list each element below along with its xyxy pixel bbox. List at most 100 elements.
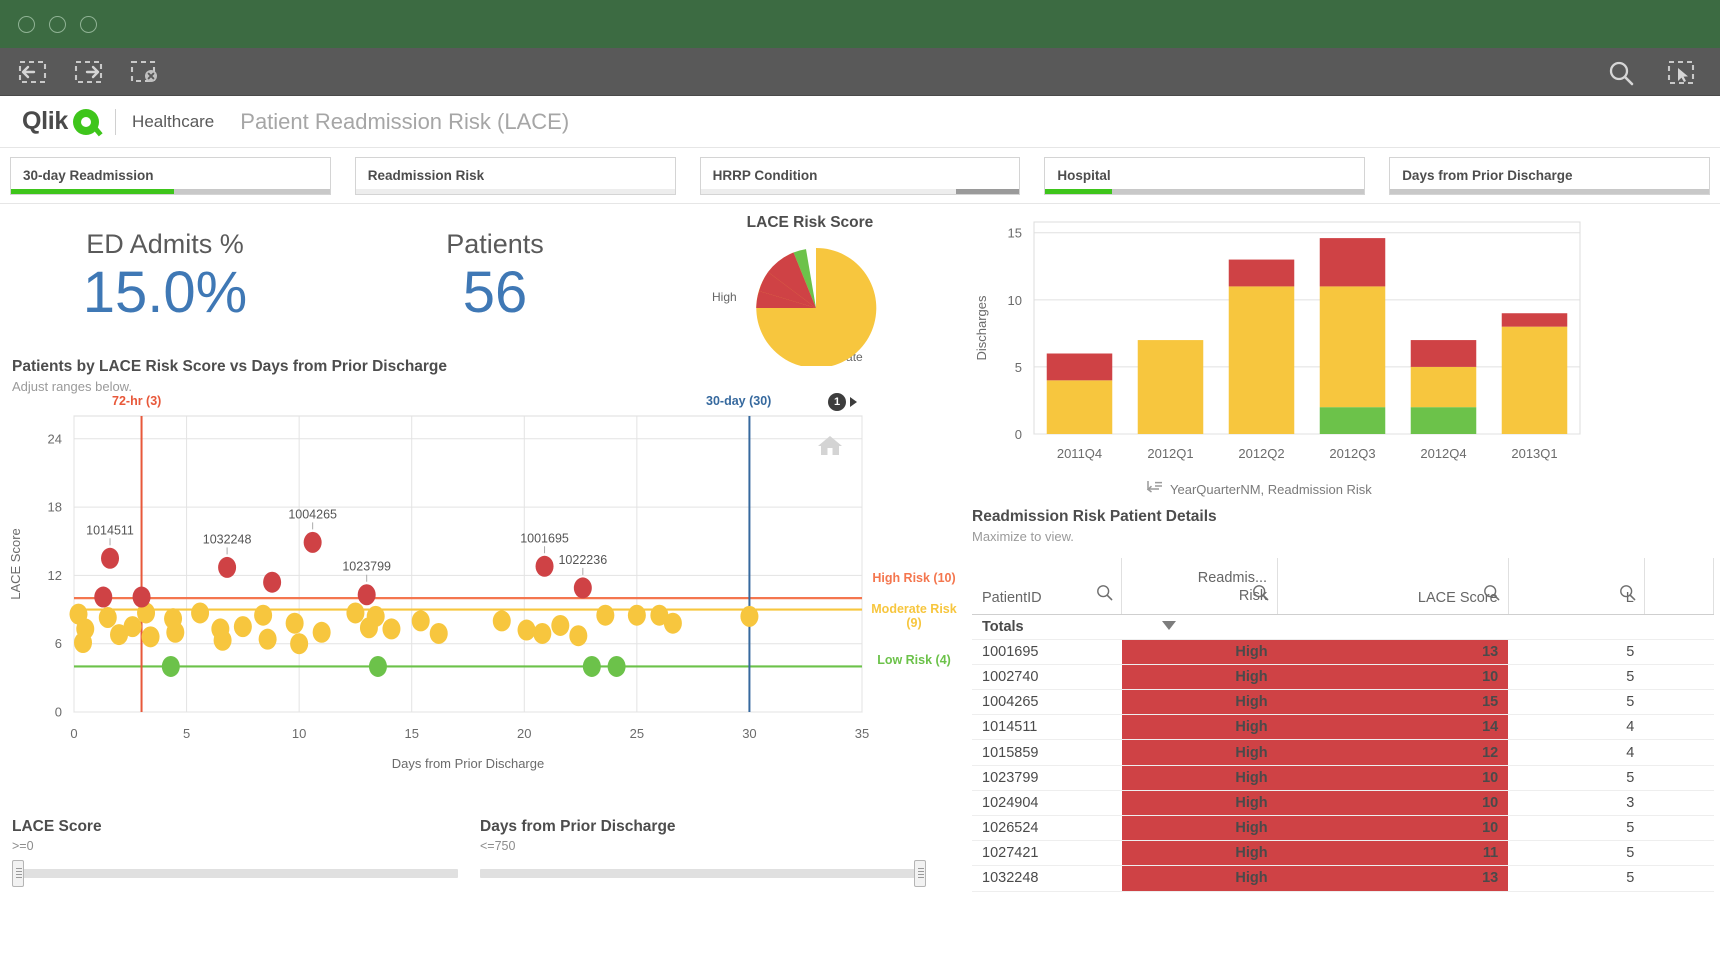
selection-forward-icon[interactable]	[74, 59, 104, 85]
filter-30-day-readmission[interactable]: 30-day Readmission	[10, 156, 331, 195]
slider-handle-right[interactable]	[914, 860, 926, 887]
clear-selections-icon[interactable]	[130, 59, 160, 85]
slider-handle-left[interactable]	[12, 860, 24, 887]
sort-descending-icon[interactable]	[1162, 620, 1177, 630]
cell-lace-score[interactable]: 10	[1277, 815, 1509, 842]
cell-spacer[interactable]	[1644, 815, 1714, 842]
cell-spacer[interactable]	[1644, 865, 1714, 892]
slider-track[interactable]	[12, 860, 458, 887]
qlik-logo[interactable]: Qlik	[22, 107, 68, 136]
cell-spacer[interactable]	[1644, 639, 1714, 665]
cell-l[interactable]: 5	[1508, 639, 1645, 665]
window-maximize-button[interactable]	[80, 15, 97, 33]
cell-l[interactable]: 4	[1508, 739, 1645, 766]
cell-patientid[interactable]: 1015859	[972, 739, 1122, 766]
cell-l[interactable]: 5	[1508, 840, 1645, 867]
pie-chart-lace-risk-score[interactable]: LACE Risk Score High Moderate	[660, 204, 960, 366]
cell-spacer[interactable]	[1644, 739, 1714, 766]
cell-spacer[interactable]	[1644, 689, 1714, 716]
column-header-readmission-risk[interactable]: Readmis... Risk	[1121, 558, 1279, 630]
cell-l[interactable]: 3	[1508, 790, 1645, 817]
cell-readmission-risk[interactable]: High	[1121, 815, 1278, 842]
slider-days-from-prior-discharge[interactable]: Days from Prior Discharge <=750	[480, 818, 948, 887]
cell-readmission-risk[interactable]: High	[1121, 639, 1278, 665]
table-row[interactable]: 1032248 High 13 5	[972, 865, 1714, 892]
cell-patientid[interactable]: 1032248	[972, 865, 1122, 892]
cell-l[interactable]: 4	[1508, 714, 1645, 741]
info-badge[interactable]: 1	[828, 393, 846, 411]
patient-details-table[interactable]: PatientID Readmis... Risk LACE Score L T…	[972, 558, 1715, 892]
right-column: 0 5 10 15 2011Q4 2012Q1 2012Q2 2012Q3 2012Q4 2013…	[960, 204, 1720, 968]
table-row[interactable]: 1023799 High 10 5	[972, 765, 1714, 791]
cell-lace-score[interactable]: 11	[1277, 840, 1509, 867]
cell-readmission-risk[interactable]: High	[1121, 765, 1278, 791]
selection-back-icon[interactable]	[18, 59, 48, 85]
column-header-patientid[interactable]: PatientID	[972, 558, 1123, 615]
cell-readmission-risk[interactable]: High	[1121, 664, 1278, 691]
cell-lace-score[interactable]: 12	[1277, 739, 1509, 766]
column-header-l[interactable]: L	[1508, 558, 1645, 615]
selections-tool-icon[interactable]	[1666, 59, 1696, 85]
cell-lace-score[interactable]: 13	[1277, 865, 1509, 892]
table-row[interactable]: 1002740 High 10 5	[972, 664, 1714, 691]
table-row[interactable]: 1001695 High 13 5	[972, 639, 1714, 665]
info-badge-arrow-icon[interactable]	[850, 397, 857, 407]
cell-patientid[interactable]: 1024904	[972, 790, 1122, 817]
table-row[interactable]: 1004265 High 15 5	[972, 689, 1714, 716]
cell-spacer[interactable]	[1644, 790, 1714, 817]
kpi-ed-admits[interactable]: ED Admits % 15.0%	[0, 204, 330, 352]
cell-patientid[interactable]: 1023799	[972, 765, 1122, 791]
slider-track[interactable]	[480, 860, 926, 887]
cell-spacer[interactable]	[1644, 664, 1714, 691]
cell-readmission-risk[interactable]: High	[1121, 739, 1278, 766]
header-section-label[interactable]: Healthcare	[132, 112, 214, 132]
cell-patientid[interactable]: 1004265	[972, 689, 1122, 716]
cell-l[interactable]: 5	[1508, 765, 1645, 791]
cell-spacer[interactable]	[1644, 714, 1714, 741]
cell-patientid[interactable]: 1001695	[972, 639, 1122, 665]
table-row[interactable]: 1014511 High 14 4	[972, 714, 1714, 741]
table-row[interactable]: 1015859 High 12 4	[972, 739, 1714, 766]
cell-lace-score[interactable]: 10	[1277, 765, 1509, 791]
column-header-lace-score[interactable]: LACE Score	[1277, 558, 1509, 615]
cell-patientid[interactable]: 1026524	[972, 815, 1122, 842]
table-row[interactable]: 1027421 High 11 5	[972, 840, 1714, 867]
cell-readmission-risk[interactable]: High	[1121, 865, 1278, 892]
cell-patientid[interactable]: 1002740	[972, 664, 1122, 691]
filter-readmission-risk[interactable]: Readmission Risk	[354, 156, 676, 195]
cell-lace-score[interactable]: 15	[1277, 689, 1509, 716]
home-icon[interactable]	[815, 432, 845, 463]
cell-l[interactable]: 5	[1508, 865, 1645, 892]
cell-lace-score[interactable]: 10	[1277, 790, 1509, 817]
cell-spacer[interactable]	[1644, 765, 1714, 791]
cell-l[interactable]: 5	[1508, 815, 1645, 842]
scatter-chart[interactable]: 0 6 12 18 24 0 5 10 15 20 25 30 35 Days from Prior Di…	[0, 393, 960, 814]
cell-readmission-risk[interactable]: High	[1121, 689, 1278, 716]
slider-lace-score[interactable]: LACE Score >=0	[12, 818, 480, 887]
table-row[interactable]: 1024904 High 10 3	[972, 790, 1714, 817]
table-row[interactable]: 1026524 High 10 5	[972, 815, 1714, 842]
window-minimize-button[interactable]	[49, 15, 66, 33]
cell-readmission-risk[interactable]: High	[1121, 790, 1278, 817]
cell-l[interactable]: 5	[1508, 664, 1645, 691]
cell-l[interactable]: 5	[1508, 689, 1645, 716]
column-search-icon[interactable]	[1483, 584, 1500, 605]
filter-days-from-prior-discharge[interactable]: Days from Prior Discharge	[1389, 156, 1710, 195]
bar-chart-discharges[interactable]: 0 5 10 15 2011Q4 2012Q1 2012Q2 2012Q3 2012Q4 2013…	[960, 204, 1720, 504]
search-icon[interactable]	[1606, 59, 1636, 85]
cell-lace-score[interactable]: 13	[1277, 639, 1509, 665]
cell-patientid[interactable]: 1027421	[972, 840, 1122, 867]
filter-hospital[interactable]: Hospital	[1044, 156, 1366, 195]
cell-lace-score[interactable]: 14	[1277, 714, 1509, 741]
cell-readmission-risk[interactable]: High	[1121, 840, 1278, 867]
cell-patientid[interactable]: 1014511	[972, 714, 1122, 741]
column-search-icon[interactable]	[1619, 584, 1636, 605]
cell-spacer[interactable]	[1644, 840, 1714, 867]
column-search-icon[interactable]	[1252, 584, 1269, 605]
window-close-button[interactable]	[18, 15, 35, 33]
cell-readmission-risk[interactable]: High	[1121, 714, 1278, 741]
filter-hrrp-condition[interactable]: HRRP Condition	[699, 156, 1021, 195]
column-search-icon[interactable]	[1096, 584, 1113, 605]
kpi-patients[interactable]: Patients 56	[330, 204, 660, 352]
cell-lace-score[interactable]: 10	[1277, 664, 1509, 691]
